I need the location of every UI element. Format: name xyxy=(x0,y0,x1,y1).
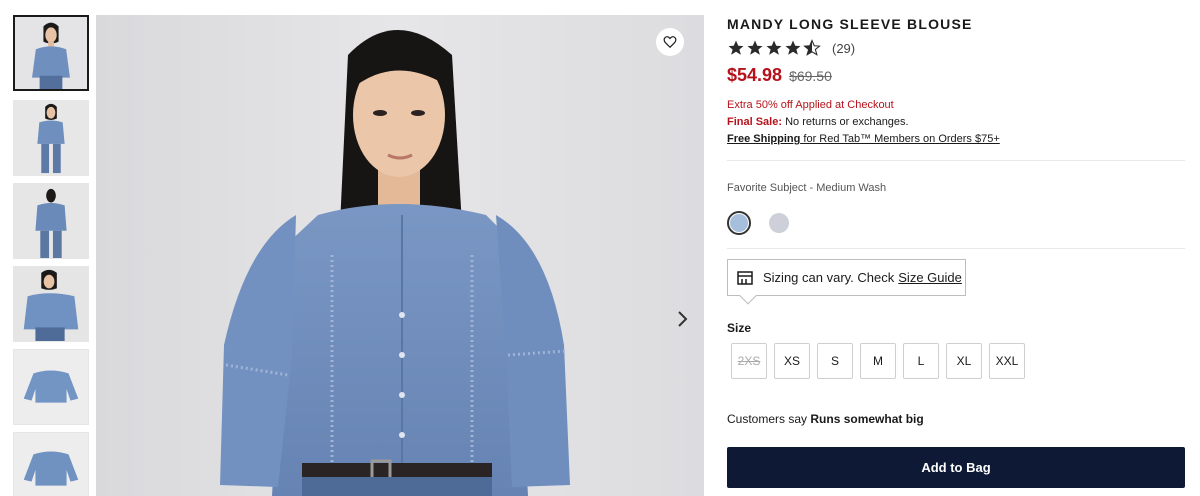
thumbnail-5-image xyxy=(14,350,88,424)
thumbnail-6-image xyxy=(14,433,88,496)
size-xl-button[interactable]: XL xyxy=(946,343,982,379)
price-row: $54.98 $69.50 xyxy=(727,65,1185,89)
swatch-medium-wash[interactable] xyxy=(727,211,751,235)
divider xyxy=(727,248,1185,249)
size-l-button[interactable]: L xyxy=(903,343,939,379)
star-full-icon xyxy=(728,40,744,55)
thumbnail-4-image xyxy=(14,267,88,341)
shipping-bold: Free Shipping xyxy=(727,133,801,145)
add-to-bag-button[interactable]: Add to Bag xyxy=(727,447,1185,488)
size-xs-button[interactable]: XS xyxy=(774,343,810,379)
size-options: 2XS XS S M L XL XXL xyxy=(731,343,1025,379)
star-full-icon xyxy=(766,40,782,55)
shipping-link[interactable]: Free Shipping for Red Tab™ Members on Or… xyxy=(727,132,1185,146)
size-xxl-button[interactable]: XXL xyxy=(989,343,1025,379)
ruler-icon xyxy=(737,270,753,285)
final-sale-notice: Final Sale: No returns or exchanges. xyxy=(727,115,1185,129)
color-label: Favorite Subject - Medium Wash xyxy=(727,182,887,194)
swatch-alternate[interactable] xyxy=(769,213,789,233)
color-swatches xyxy=(727,210,1185,236)
thumbnail-4[interactable] xyxy=(13,266,89,342)
thumbnail-3[interactable] xyxy=(13,183,89,259)
tooltip-tail xyxy=(739,287,757,305)
shipping-text: for Red Tab™ Members on Orders $75+ xyxy=(803,133,1000,145)
main-product-image[interactable] xyxy=(96,15,704,496)
thumbnail-1[interactable] xyxy=(13,15,89,91)
thumbnail-3-image xyxy=(14,184,88,258)
size-m-button[interactable]: M xyxy=(860,343,896,379)
fit-note: Customers say Runs somewhat big xyxy=(727,412,924,426)
star-full-icon xyxy=(747,40,763,55)
size-guide-link[interactable]: Size Guide xyxy=(898,270,962,285)
star-full-icon xyxy=(785,40,801,55)
thumbnail-5[interactable] xyxy=(13,349,89,425)
size-guide-tooltip: Sizing can vary. Check Size Guide xyxy=(727,259,966,305)
next-image-button[interactable] xyxy=(670,307,694,331)
fit-prefix: Customers say xyxy=(727,412,808,426)
fit-value: Runs somewhat big xyxy=(810,412,924,426)
chevron-right-icon xyxy=(678,311,688,327)
heart-icon xyxy=(663,36,677,49)
favorite-button[interactable] xyxy=(656,28,684,56)
promo-text: Extra 50% off Applied at Checkout xyxy=(727,99,894,111)
product-info-panel: MANDY LONG SLEEVE BLOUSE (29) $54.98 $69… xyxy=(727,14,1185,488)
divider xyxy=(727,160,1185,161)
size-label: Size xyxy=(727,321,752,335)
size-s-button[interactable]: S xyxy=(817,343,853,379)
product-photo xyxy=(96,15,704,496)
star-half-icon xyxy=(803,39,821,56)
original-price: $69.50 xyxy=(789,68,832,84)
size-guide-text: Sizing can vary. Check xyxy=(763,270,895,285)
star-rating xyxy=(727,39,821,57)
product-title: MANDY LONG SLEEVE BLOUSE xyxy=(727,16,973,32)
rating-count[interactable]: (29) xyxy=(832,41,855,56)
thumbnail-2[interactable] xyxy=(13,100,89,176)
size-2xs-button[interactable]: 2XS xyxy=(731,343,767,379)
thumbnail-2-image xyxy=(14,101,88,175)
rating-row[interactable]: (29) xyxy=(727,37,1185,59)
thumbnail-1-image xyxy=(15,17,87,89)
sale-price: $54.98 xyxy=(727,65,783,85)
final-sale-text: No returns or exchanges. xyxy=(785,116,909,128)
thumbnail-6[interactable] xyxy=(13,432,89,496)
final-sale-label: Final Sale: xyxy=(727,116,783,128)
